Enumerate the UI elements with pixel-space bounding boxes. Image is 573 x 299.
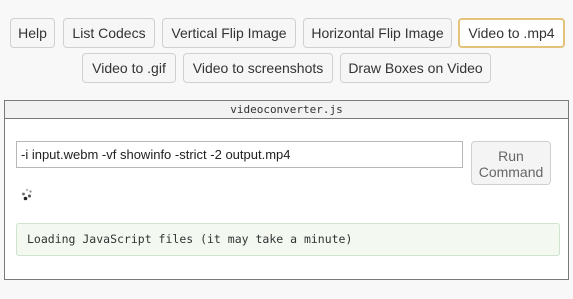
vertical-flip-image-button[interactable]: Vertical Flip Image <box>162 18 296 48</box>
video-to-gif-button[interactable]: Video to .gif <box>82 53 176 83</box>
video-to-mp4-button[interactable]: Video to .mp4 <box>458 18 565 48</box>
video-to-screenshots-button[interactable]: Video to screenshots <box>183 53 333 83</box>
status-message: Loading JavaScript files (it may take a … <box>16 223 560 256</box>
list-codecs-button[interactable]: List Codecs <box>63 18 155 48</box>
help-button[interactable]: Help <box>10 18 55 48</box>
horizontal-flip-image-button[interactable]: Horizontal Flip Image <box>303 18 452 48</box>
draw-boxes-on-video-button[interactable]: Draw Boxes on Video <box>340 53 491 83</box>
loading-spinner-icon <box>22 188 32 201</box>
converter-panel: videoconverter.js Run Command Loading Ja… <box>4 100 569 280</box>
panel-title: videoconverter.js <box>5 101 568 119</box>
run-command-button[interactable]: Run Command <box>471 141 551 185</box>
run-label-line1: Run <box>498 148 524 164</box>
command-input[interactable] <box>16 141 463 168</box>
run-label-line2: Command <box>478 164 544 180</box>
